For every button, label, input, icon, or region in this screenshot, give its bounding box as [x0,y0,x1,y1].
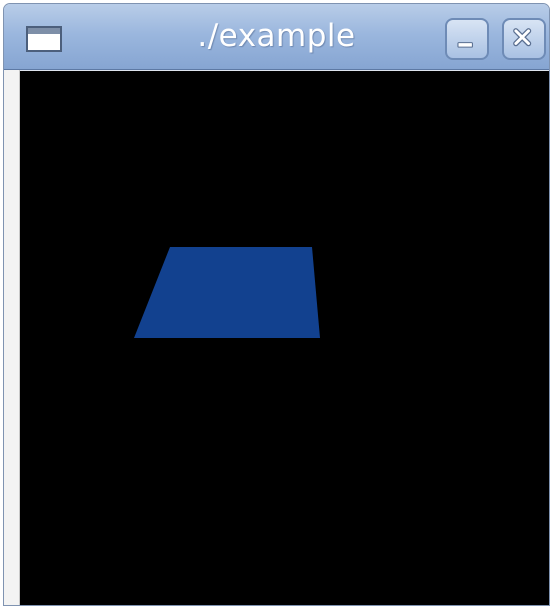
close-button[interactable] [502,18,546,60]
window-left-frame [4,70,20,605]
scene-svg [134,247,320,338]
render-canvas [20,71,549,605]
blue-trapezoid [134,247,320,338]
application-window: ./example [3,3,550,606]
titlebar[interactable]: ./example [4,4,549,70]
close-icon [513,28,532,47]
minimize-button[interactable] [445,18,489,60]
minimize-icon [457,42,473,48]
